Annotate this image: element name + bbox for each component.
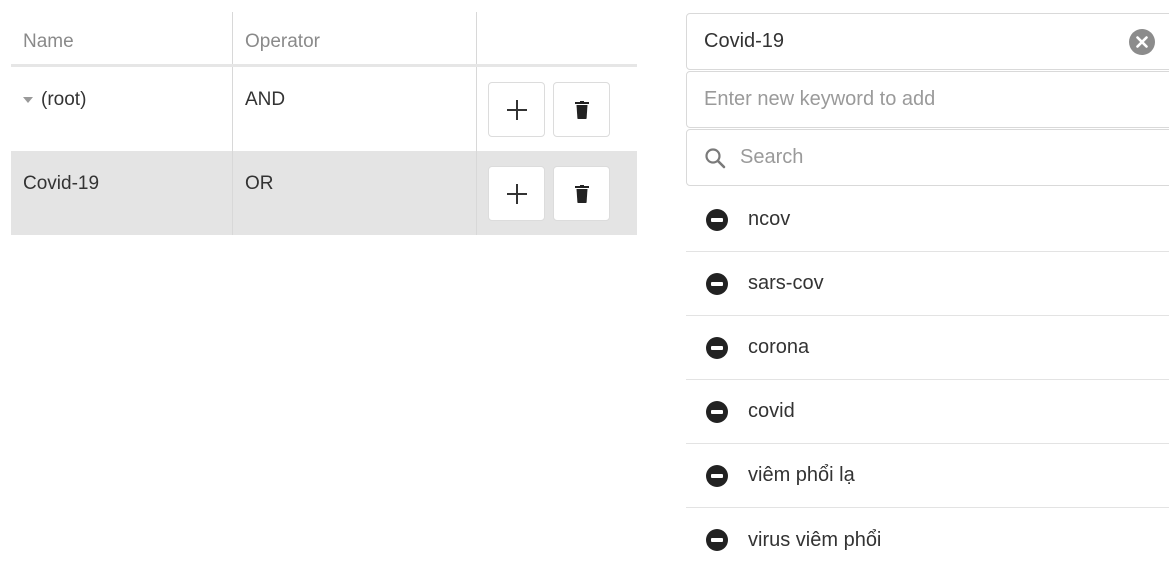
keyword-label: corona xyxy=(748,336,810,358)
list-item: sars-cov xyxy=(686,252,1169,316)
search-icon xyxy=(704,147,726,169)
clear-circle-icon[interactable] xyxy=(1129,29,1155,55)
list-item: viêm phổi lạ xyxy=(686,444,1169,508)
delete-node-button[interactable] xyxy=(553,82,610,137)
minus-circle-icon[interactable] xyxy=(706,336,728,359)
list-item: ncov xyxy=(686,188,1169,252)
row-actions xyxy=(476,67,637,151)
node-operator[interactable]: OR xyxy=(232,151,476,235)
expand-caret-icon[interactable] xyxy=(23,97,33,103)
group-name-input[interactable] xyxy=(704,30,1104,53)
search-input[interactable] xyxy=(740,146,1100,169)
keyword-label: covid xyxy=(748,400,795,422)
delete-node-button[interactable] xyxy=(553,166,610,221)
add-child-button[interactable] xyxy=(488,82,545,137)
node-name: (root) xyxy=(41,89,87,110)
grid-header: Name Operator xyxy=(11,12,637,67)
tree-row-covid-19[interactable]: Covid-19 OR xyxy=(11,151,637,235)
new-keyword-input[interactable] xyxy=(704,88,1104,111)
node-operator[interactable]: AND xyxy=(232,67,476,151)
list-item: corona xyxy=(686,316,1169,380)
tree-name-cell: (root) xyxy=(11,67,232,151)
list-item: virus viêm phổi xyxy=(686,508,1169,572)
minus-circle-icon[interactable] xyxy=(706,272,728,295)
column-header-actions xyxy=(476,12,637,64)
minus-circle-icon[interactable] xyxy=(706,464,728,487)
keyword-label: ncov xyxy=(748,208,791,230)
tree-name-cell: Covid-19 xyxy=(11,151,232,235)
search-field[interactable] xyxy=(686,129,1169,186)
minus-circle-icon[interactable] xyxy=(706,400,728,423)
node-name: Covid-19 xyxy=(23,173,100,194)
plus-icon xyxy=(506,183,527,204)
keyword-label: virus viêm phổi xyxy=(748,528,882,551)
group-name-field[interactable] xyxy=(686,13,1169,70)
keyword-label: sars-cov xyxy=(748,272,824,294)
tree-row-root[interactable]: (root) AND xyxy=(11,67,637,151)
plus-icon xyxy=(506,99,527,120)
list-item: covid xyxy=(686,380,1169,444)
keyword-label: viêm phổi lạ xyxy=(748,464,855,486)
add-child-button[interactable] xyxy=(488,166,545,221)
trash-icon xyxy=(574,184,589,203)
keyword-list: ncov sars-cov corona covid viêm phổi lạ … xyxy=(686,188,1169,572)
column-header-operator[interactable]: Operator xyxy=(232,12,476,64)
keyword-panel: ncov sars-cov corona covid viêm phổi lạ … xyxy=(686,13,1169,572)
row-actions xyxy=(476,151,637,235)
rule-tree-grid: Name Operator (root) AND Covid-19 OR xyxy=(11,12,637,235)
minus-circle-icon[interactable] xyxy=(706,208,728,231)
minus-circle-icon[interactable] xyxy=(706,529,728,551)
trash-icon xyxy=(574,100,589,119)
column-header-name[interactable]: Name xyxy=(11,12,232,64)
new-keyword-field[interactable] xyxy=(686,71,1169,128)
